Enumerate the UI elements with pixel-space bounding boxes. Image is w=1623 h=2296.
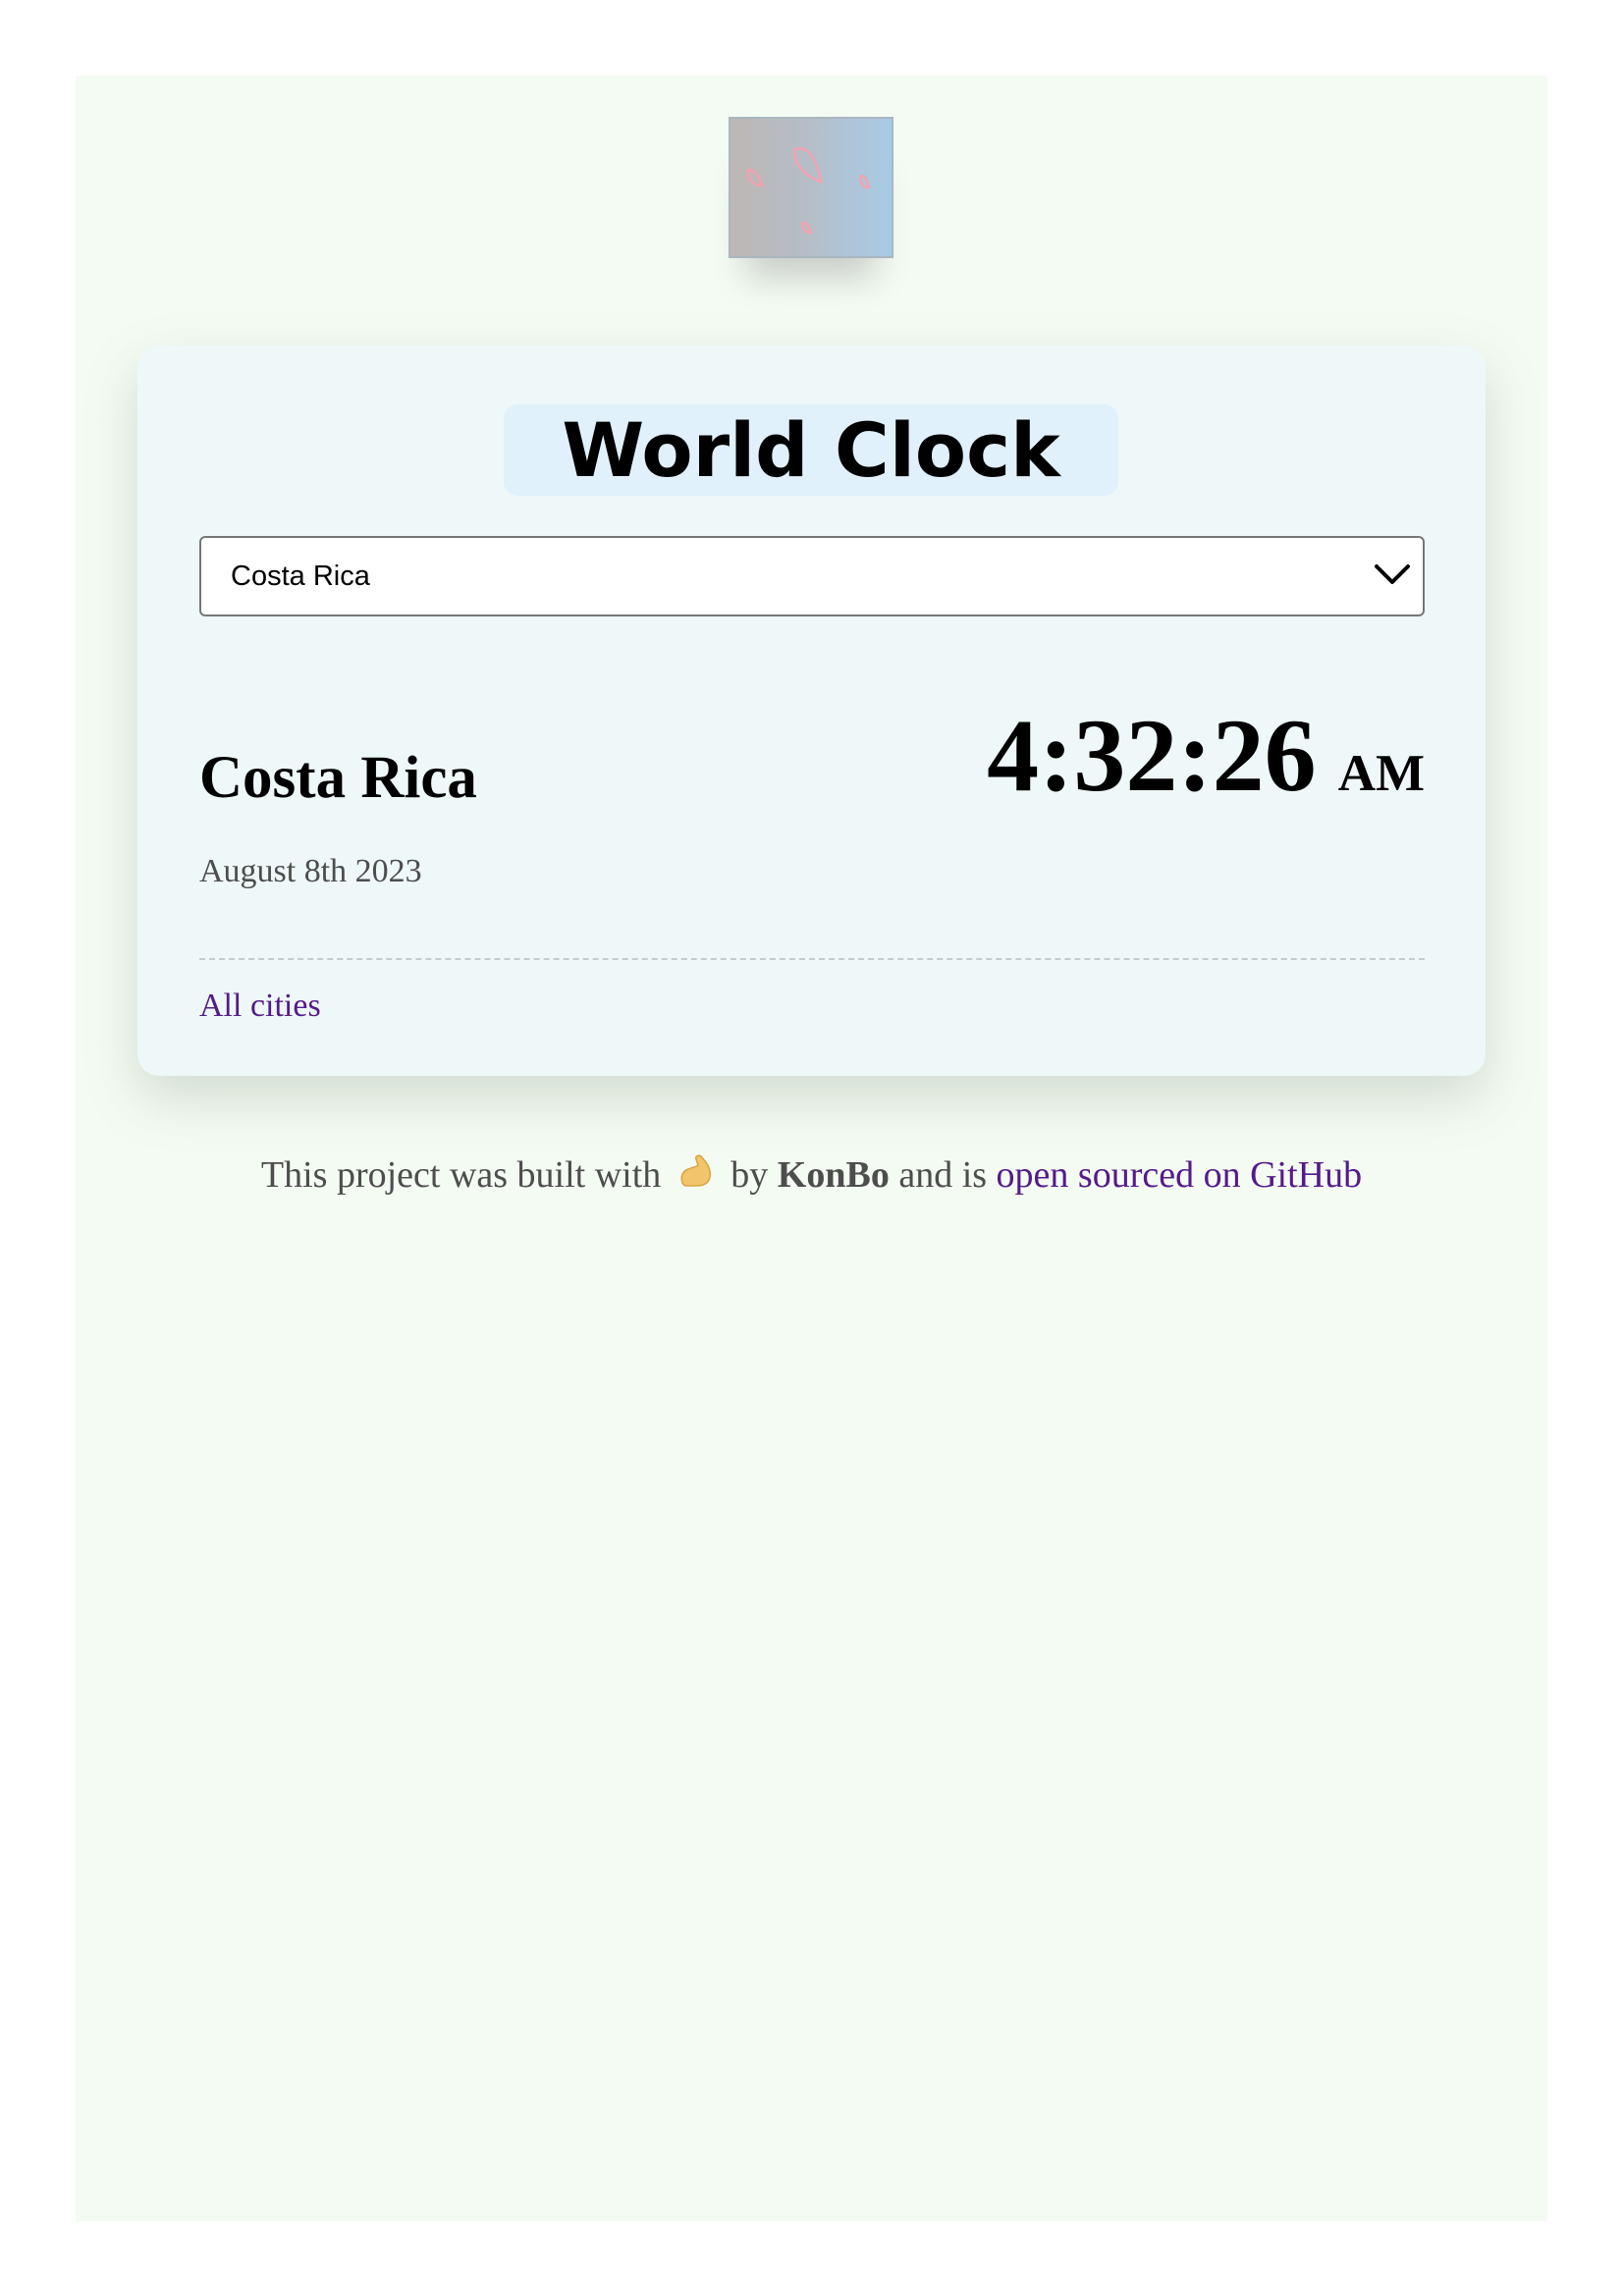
current-time: 4:32:26 AM xyxy=(987,697,1425,815)
city-select[interactable]: Costa Rica xyxy=(199,536,1425,616)
footer: This project was built with by KonBo and… xyxy=(76,1150,1547,1200)
divider xyxy=(199,958,1425,960)
time-ampm: AM xyxy=(1337,745,1425,802)
raindrops-logo-art xyxy=(746,146,871,235)
footer-author: KonBo xyxy=(777,1154,890,1196)
footer-by: by xyxy=(730,1154,769,1196)
city-name: Costa Rica xyxy=(199,745,477,811)
footer-middle: and is xyxy=(898,1154,988,1196)
current-date: August 8th 2023 xyxy=(199,853,422,889)
github-link[interactable]: open sourced on GitHub xyxy=(997,1154,1363,1196)
title-highlight: World Clock xyxy=(504,404,1118,496)
city-select-value: Costa Rica xyxy=(231,561,370,592)
flexed-biceps-icon xyxy=(680,1154,711,1187)
page-title: World Clock xyxy=(562,406,1060,494)
raindrops-logo-icon xyxy=(729,117,893,258)
page-background: World Clock Costa Rica Costa Rica 4:32:2… xyxy=(76,76,1547,2221)
time-value: 4:32:26 xyxy=(987,698,1317,813)
all-cities-link[interactable]: All cities xyxy=(199,985,321,1028)
chevron-down-icon xyxy=(1375,564,1410,584)
world-clock-card: World Clock Costa Rica Costa Rica 4:32:2… xyxy=(137,346,1486,1076)
footer-prefix: This project was built with xyxy=(260,1154,662,1196)
